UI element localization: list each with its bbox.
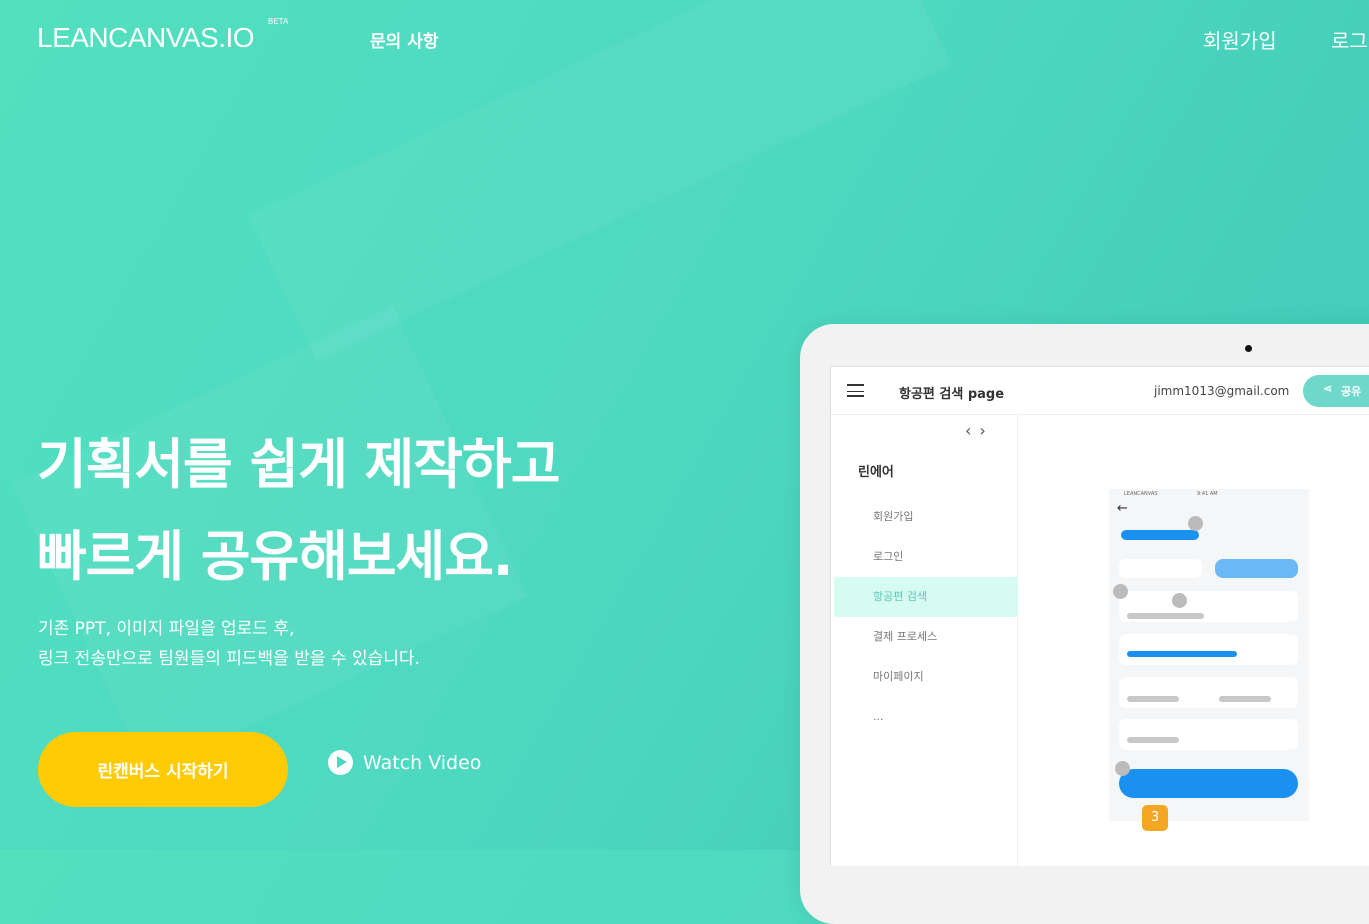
nav-signup[interactable]: 회원가입 — [1203, 25, 1277, 54]
logo[interactable]: LEANCANVAS.IO — [37, 22, 255, 54]
tablet-screen: 항공편 검색 page jimm1013@gmail.com ⋖ 공유 ‹› 린에… — [830, 366, 1369, 875]
nav-inquiry[interactable]: 문의 사항 — [370, 27, 438, 52]
play-icon — [328, 750, 353, 775]
hero-title-line1: 기획서를 쉽게 제작하고 — [37, 433, 560, 496]
hero-sub-line2: 링크 전송만으로 팀원들의 피드백을 받을 수 있습니다. — [38, 649, 420, 669]
start-button[interactable]: 린캔버스 시작하기 — [38, 732, 288, 807]
back-arrow-icon: ← — [1117, 501, 1128, 516]
menu-icon — [847, 384, 864, 397]
nav-login[interactable]: 로그 — [1331, 25, 1368, 54]
mock-share-button: ⋖ 공유 — [1303, 375, 1369, 407]
status-time: 9:41 AM — [1197, 491, 1218, 497]
background-shape — [248, 0, 952, 361]
mock-item: 로그인 — [873, 550, 904, 563]
mock-item: 마이페이지 — [873, 670, 924, 683]
mock-page-title: 항공편 검색 page — [899, 387, 1005, 402]
beta-badge: BETA — [268, 17, 289, 26]
tablet-camera — [1245, 345, 1252, 352]
page-badge: 3 — [1142, 805, 1168, 831]
phone-wireframe: LEANCANVAS 9:41 AM ← — [1109, 489, 1309, 821]
mock-item: 회원가입 — [873, 510, 914, 523]
watch-video-button[interactable]: Watch Video — [328, 750, 481, 775]
mock-item-active: 항공편 검색 — [834, 577, 1018, 617]
mock-project: 린에어 — [858, 465, 894, 480]
mock-header: 항공편 검색 page jimm1013@gmail.com ⋖ 공유 — [831, 367, 1369, 415]
mock-item: 결제 프로세스 — [873, 630, 938, 643]
share-icon: ⋖ — [1323, 382, 1333, 395]
mock-item: ... — [873, 710, 884, 723]
hero-title-line2: 빠르게 공유해보세요. — [37, 525, 513, 588]
mock-email: jimm1013@gmail.com — [1154, 384, 1290, 398]
watch-video-label: Watch Video — [363, 751, 482, 774]
chevron-icons: ‹› — [965, 421, 994, 440]
hero-sub-line1: 기존 PPT, 이미지 파일을 업로드 후, — [38, 619, 295, 639]
status-carrier: LEANCANVAS — [1124, 491, 1158, 497]
mock-sidebar: ‹› 린에어 회원가입 로그인 항공편 검색 결제 프로세스 마이페이지 ... — [831, 415, 1018, 875]
